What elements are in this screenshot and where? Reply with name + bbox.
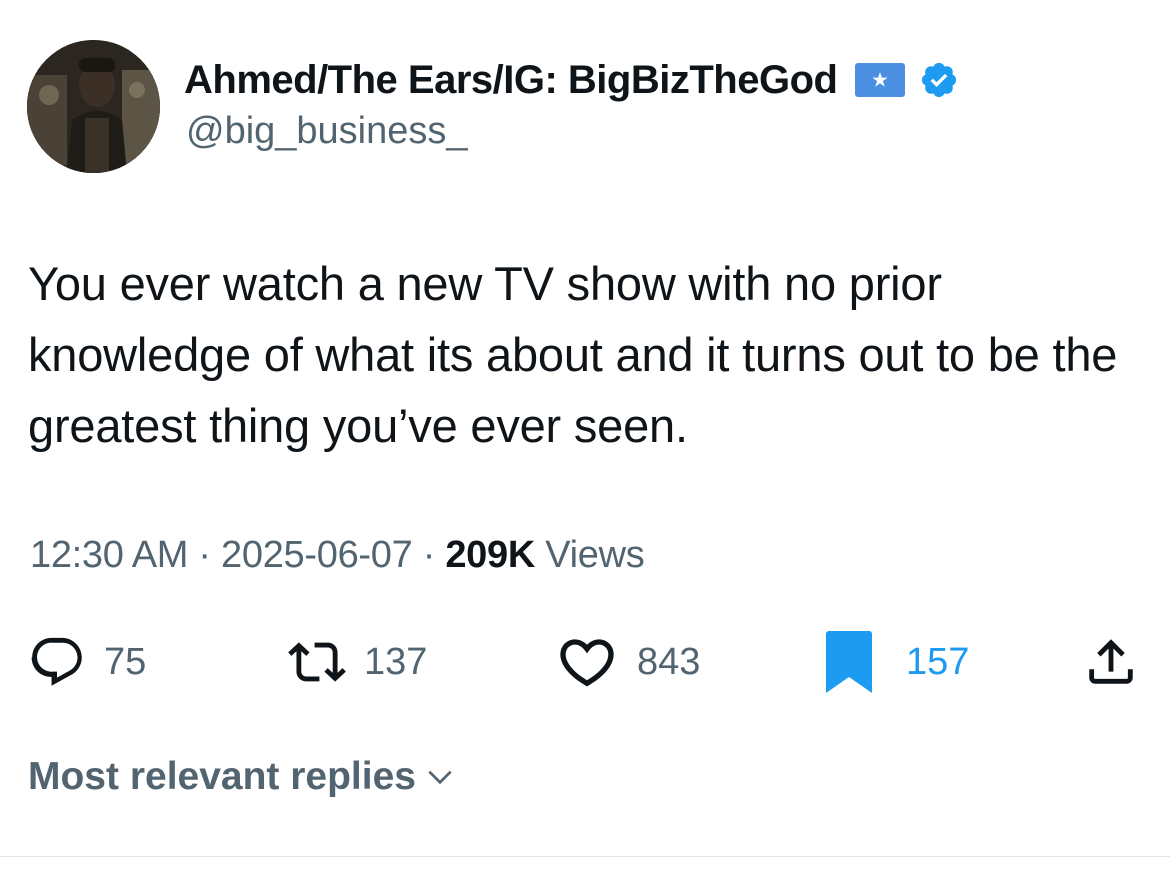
avatar-image [27,40,160,173]
like-count: 843 [637,640,701,683]
reply-button[interactable]: 75 [28,630,146,694]
chevron-down-icon [428,770,452,785]
share-button[interactable] [1082,630,1140,694]
tweet-meta: 12:30 AM · 2025-06-07 · 209K Views [30,534,645,577]
views-label: Views [545,534,645,576]
reply-icon [31,637,82,686]
like-button[interactable]: 843 [555,630,700,694]
author-avatar[interactable] [27,40,160,173]
share-icon [1089,639,1133,684]
author-handle[interactable]: @big_business_ [186,110,468,153]
reply-sort-label: Most relevant replies [28,755,416,798]
views-count[interactable]: 209K [445,534,535,576]
reply-sort-selector[interactable]: Most relevant replies [28,755,456,799]
verified-badge-icon[interactable] [919,60,959,100]
author-display-name[interactable]: Ahmed/The Ears/IG: BigBizTheGod [184,58,838,103]
reply-count: 75 [104,640,147,683]
tweet-text: You ever watch a new TV show with no pri… [28,257,1118,452]
repost-icon [288,642,346,682]
repost-count: 137 [364,640,428,683]
tweet-actions: 75 137 843 157 [0,630,1170,694]
meta-separator: · [422,534,436,576]
bookmark-button[interactable]: 157 [826,630,969,694]
meta-separator: · [198,534,211,576]
tweet-date[interactable]: 2025-06-07 [221,534,413,576]
heart-icon [560,639,614,687]
tweet-time[interactable]: 12:30 AM [30,534,188,576]
bookmark-filled-icon [826,631,872,693]
display-name-row: Ahmed/The Ears/IG: BigBizTheGod [184,52,959,108]
repost-button[interactable]: 137 [288,630,427,694]
somalia-flag-icon [855,63,906,97]
section-divider [0,856,1170,857]
bookmark-count: 157 [906,640,970,683]
